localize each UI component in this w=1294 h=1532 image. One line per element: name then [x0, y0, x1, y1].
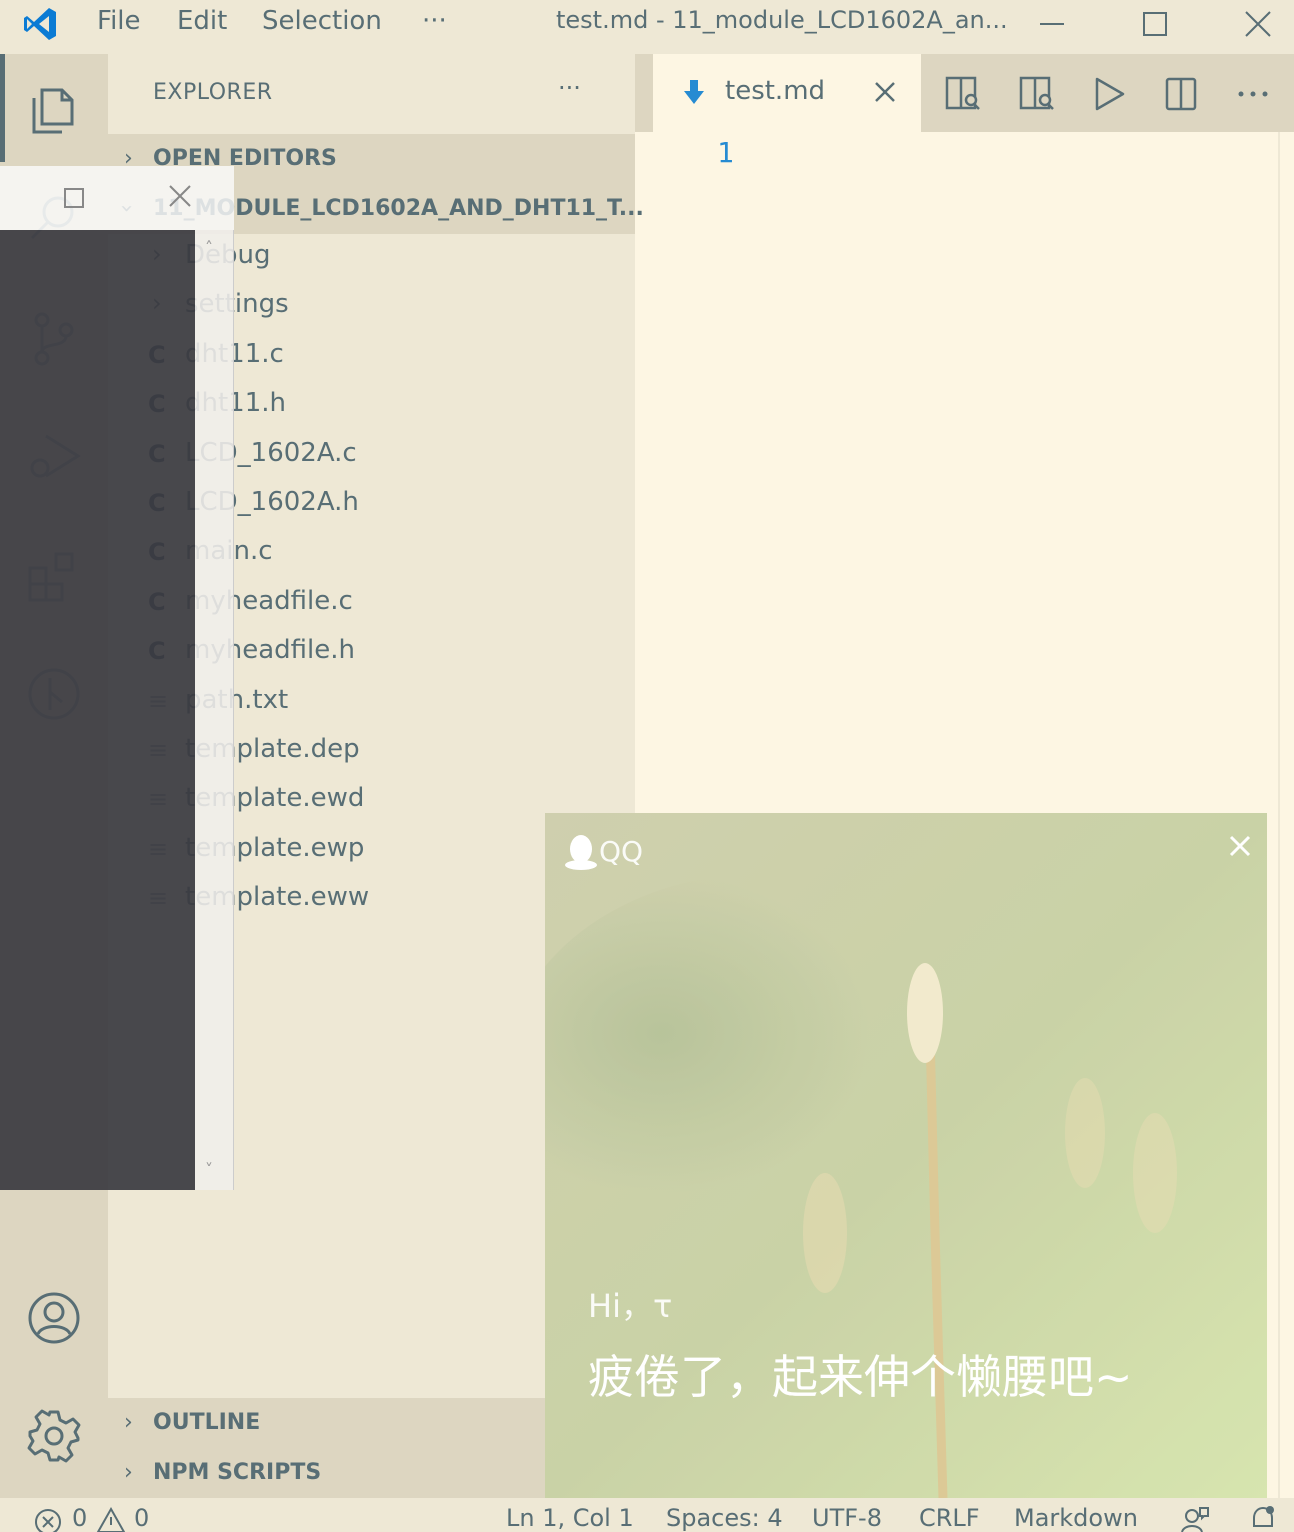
menu-more[interactable]: ···	[422, 6, 447, 36]
chevron-right-icon: ›	[124, 1410, 133, 1435]
chevron-right-icon: ›	[124, 1460, 133, 1485]
indentation[interactable]: Spaces: 4	[666, 1504, 783, 1532]
account-icon[interactable]	[22, 1286, 86, 1350]
more-actions-icon[interactable]	[1233, 74, 1273, 114]
minimize-icon[interactable]	[1030, 4, 1074, 44]
line-ending[interactable]: CRLF	[919, 1504, 980, 1532]
encoding[interactable]: UTF-8	[812, 1504, 882, 1532]
scroll-up-icon[interactable]: ˄	[205, 238, 213, 257]
cursor-position[interactable]: Ln 1, Col 1	[506, 1504, 634, 1532]
floating-window-content	[0, 230, 195, 1190]
menu-edit[interactable]: Edit	[177, 6, 227, 36]
settings-gear-icon[interactable]	[22, 1404, 86, 1468]
split-editor-icon[interactable]	[1161, 74, 1201, 114]
scroll-down-icon[interactable]: ˅	[205, 1160, 213, 1179]
explorer-icon[interactable]	[22, 76, 86, 140]
npm-scripts-label: NPM SCRIPTS	[153, 1460, 322, 1485]
maximize-icon[interactable]	[62, 186, 86, 210]
floating-window-scrollbar[interactable]: ˄ ˅	[195, 230, 234, 1190]
close-window-icon[interactable]	[1236, 4, 1280, 44]
sidebar-title: EXPLORER	[153, 80, 273, 105]
notifications-bell-icon[interactable]	[1248, 1504, 1278, 1532]
markdown-download-icon	[684, 80, 704, 104]
menu-selection[interactable]: Selection	[262, 6, 382, 36]
title-bar: File Edit Selection ··· test.md - 11_mod…	[0, 0, 1294, 54]
run-icon[interactable]	[1089, 74, 1129, 114]
editor-scrollbar[interactable]	[1278, 132, 1280, 1498]
line-number: 1	[717, 136, 734, 169]
menu-file[interactable]: File	[97, 6, 141, 36]
qq-notification-popup[interactable]: QQ Hi，τ 疲倦了，起来伸个懒腰吧~	[545, 813, 1267, 1498]
error-count[interactable]: 0	[72, 1504, 87, 1532]
language-mode[interactable]: Markdown	[1014, 1504, 1138, 1532]
floating-window-overlay[interactable]: ˄ ˅	[0, 166, 234, 1190]
open-preview-icon[interactable]	[943, 74, 983, 114]
floating-window-titlebar[interactable]	[0, 166, 234, 230]
tab-test-md[interactable]: test.md	[653, 54, 921, 132]
qq-message: 疲倦了，起来伸个懒腰吧~	[588, 1350, 1133, 1404]
close-icon[interactable]	[166, 182, 194, 210]
error-icon[interactable]	[34, 1508, 62, 1532]
active-indicator	[0, 54, 5, 162]
warning-icon[interactable]	[96, 1506, 126, 1532]
maximize-icon[interactable]	[1133, 4, 1177, 44]
editor-tab-bar: test.md	[635, 54, 1294, 132]
status-bar: 0 0 Ln 1, Col 1 Spaces: 4 UTF-8 CRLF Mar…	[0, 1498, 1294, 1532]
vscode-logo-icon[interactable]	[20, 4, 60, 44]
qq-penguin-icon	[565, 835, 597, 870]
outline-label: OUTLINE	[153, 1410, 261, 1435]
warning-count[interactable]: 0	[134, 1504, 149, 1532]
feedback-icon[interactable]	[1180, 1504, 1210, 1532]
window-title: test.md - 11_module_LCD1602A_an...	[556, 6, 1008, 34]
close-tab-icon[interactable]	[871, 78, 899, 106]
sidebar-more-actions[interactable]: ···	[558, 74, 581, 102]
close-icon[interactable]	[1227, 833, 1253, 859]
open-preview-side-icon[interactable]	[1017, 74, 1057, 114]
qq-greeting: Hi，τ	[588, 1287, 673, 1325]
tab-label: test.md	[725, 76, 826, 106]
qq-app-name: QQ	[599, 835, 644, 868]
